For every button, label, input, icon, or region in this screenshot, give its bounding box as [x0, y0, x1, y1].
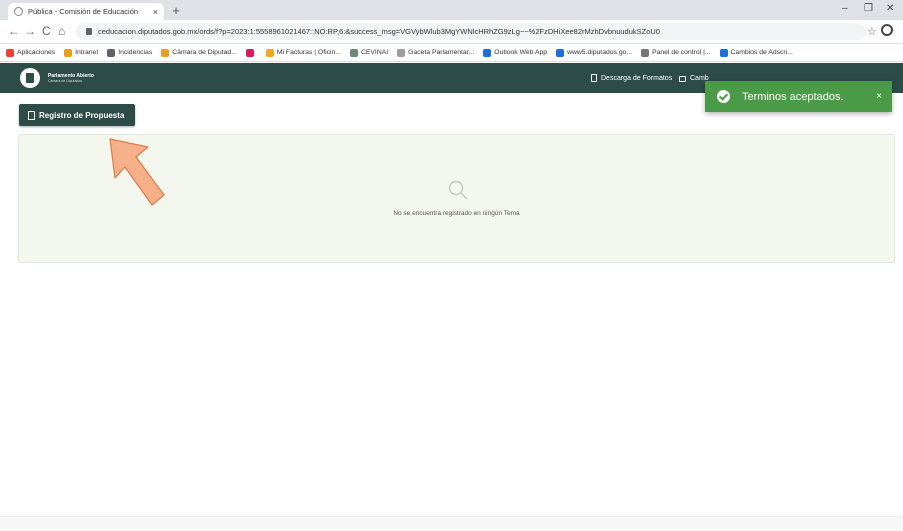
browser-tab[interactable]: Pública - Comisión de Educación ×	[8, 3, 164, 20]
bookmark-label: Aplicaciones	[17, 49, 56, 56]
bookmark-item[interactable]: Mi Facturas | Oficin...	[265, 48, 341, 57]
url-text: ceducacion.diputados.gob.mx/ords/f?p=202…	[98, 27, 660, 36]
minimize-button[interactable]: –	[842, 3, 848, 14]
registro-propuesta-button[interactable]: Registro de Propuesta	[19, 104, 135, 126]
back-button[interactable]: ←	[8, 24, 20, 38]
bookmark-item[interactable]: Cambios de Adscri...	[719, 48, 793, 57]
bookmark-favicon-icon	[107, 48, 116, 57]
bookmark-item[interactable]: www5.diputados.go...	[556, 48, 633, 57]
bookmark-item[interactable]: Gaceta Parlamentar...	[397, 48, 475, 57]
bookmark-favicon-icon	[265, 48, 274, 57]
parlamento-logo-icon[interactable]	[20, 68, 40, 88]
bookmark-label: Cámara de Diputad...	[172, 49, 237, 56]
restore-button[interactable]: ❐	[864, 3, 873, 14]
bookmark-favicon-icon	[719, 48, 728, 57]
tab-favicon-icon	[14, 7, 23, 16]
bookmark-star-icon[interactable]: ☆	[867, 25, 877, 38]
bookmark-item[interactable]: Panel de control |...	[641, 48, 711, 57]
bookmark-label: Cambios de Adscri...	[730, 49, 793, 56]
bookmark-label: Panel de control |...	[652, 49, 711, 56]
forward-button[interactable]: →	[24, 24, 36, 38]
bookmark-favicon-icon	[397, 48, 406, 57]
bookmark-favicon-icon	[349, 48, 358, 57]
page-footer	[0, 516, 903, 531]
lock-icon	[679, 76, 686, 82]
descarga-formatos-label: Descarga de Formatos	[601, 74, 673, 82]
bookmark-favicon-icon	[245, 48, 254, 57]
check-icon	[717, 90, 730, 103]
bookmark-favicon-icon	[641, 48, 650, 57]
annotation-arrow-icon	[109, 138, 165, 206]
bookmark-item[interactable]: Aplicaciones	[6, 48, 56, 57]
bookmark-item[interactable]: CEVINAI	[349, 48, 389, 57]
lock-icon	[86, 28, 92, 35]
bookmark-label: Gaceta Parlamentar...	[408, 49, 475, 56]
bookmark-item[interactable]: Outlook Web App	[483, 48, 548, 57]
registro-propuesta-label: Registro de Propuesta	[39, 110, 125, 120]
search-icon	[448, 180, 468, 200]
bookmark-label: www5.diputados.go...	[567, 49, 633, 56]
browser-toolbar: ← → C ⌂ ceducacion.diputados.gob.mx/ords…	[0, 20, 903, 44]
new-tab-button[interactable]: +	[169, 4, 183, 18]
bookmark-favicon-icon	[6, 48, 14, 57]
bookmark-item[interactable]	[245, 48, 257, 57]
success-toast: Terminos aceptados. ×	[705, 81, 892, 112]
logo-subtitle: Cámara de Diputados	[48, 79, 83, 83]
close-window-button[interactable]: ✕	[886, 3, 894, 14]
tab-close-icon[interactable]: ×	[153, 7, 158, 17]
bookmark-label: Incidencias	[118, 49, 153, 56]
bookmark-favicon-icon	[64, 48, 73, 57]
bookmark-label: CEVINAI	[360, 49, 389, 56]
bookmark-item[interactable]: Incidencias	[107, 48, 153, 57]
bookmark-label: Outlook Web App	[494, 49, 548, 56]
profile-icon[interactable]	[881, 24, 893, 36]
browser-tabstrip: Pública - Comisión de Educación × + – ❐ …	[0, 0, 903, 20]
descarga-formatos-link[interactable]: Descarga de Formatos	[591, 74, 672, 82]
bookmark-favicon-icon	[483, 48, 492, 57]
bookmark-favicon-icon	[556, 48, 565, 57]
bookmark-label: Mi Facturas | Oficin...	[276, 49, 341, 56]
bookmark-label: Intranet	[75, 49, 99, 56]
document-icon	[591, 74, 597, 82]
reload-button[interactable]: C	[42, 24, 51, 38]
address-bar[interactable]: ceducacion.diputados.gob.mx/ords/f?p=202…	[76, 23, 866, 40]
toast-message: Terminos aceptados.	[742, 90, 844, 103]
tab-title: Pública - Comisión de Educación	[28, 7, 139, 16]
home-button[interactable]: ⌂	[58, 24, 65, 38]
document-edit-icon	[28, 110, 35, 120]
toast-close-button[interactable]: ×	[876, 91, 882, 102]
bookmark-favicon-icon	[161, 48, 170, 57]
bookmark-item[interactable]: Intranet	[64, 48, 99, 57]
bookmark-item[interactable]: Cámara de Diputad...	[161, 48, 237, 57]
bookmarks-bar: Aplicaciones Intranet Incidencias Cámara de…	[0, 44, 903, 62]
